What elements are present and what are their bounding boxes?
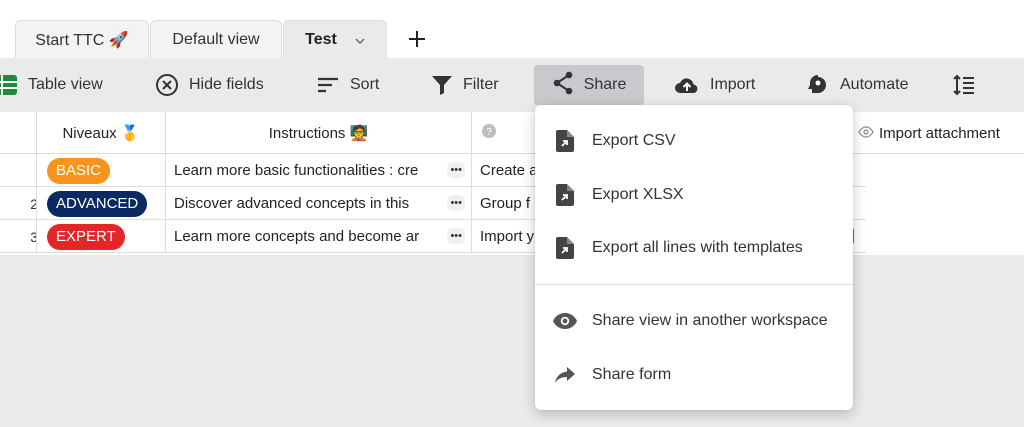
column-header-instructions[interactable]: Instructions 🧑‍🏫 [166,112,472,154]
instructions-cell[interactable]: Discover advanced concepts in this ••• [166,187,472,220]
hide-fields-button[interactable]: Hide fields [155,58,264,112]
tab-test[interactable]: Test [283,20,387,58]
more-icon[interactable]: ••• [447,228,465,244]
tab-label: Test [305,30,337,48]
level-badge: BASIC [47,157,111,184]
svg-text:?: ? [486,127,492,138]
sort-label: Sort [350,76,380,93]
row-number-header [0,112,37,154]
sort-lines-icon [316,73,340,97]
export-all-lines-item[interactable]: Export all lines with templates [535,225,853,271]
import-button[interactable]: Import [674,58,755,112]
third-text: Import y [480,228,535,245]
file-export-icon [553,236,577,260]
table-view-label: Table view [28,76,103,93]
menu-item-label: Share form [592,366,672,383]
add-view-button[interactable] [404,26,430,52]
menu-item-label: Share view in another workspace [592,312,828,329]
row-height-button[interactable] [952,58,976,112]
share-form-item[interactable]: Share form [535,352,853,398]
eye-icon [553,309,577,333]
import-label: Import [710,76,756,93]
share-label: Share [583,76,627,93]
tab-default-view[interactable]: Default view [150,20,282,58]
circle-x-icon [155,73,179,97]
share-arrow-icon [553,363,577,387]
table-header: Niveaux 🥇 Instructions 🧑‍🏫 ? Import atta… [0,112,1024,154]
share-button[interactable]: Share [534,65,644,105]
plus-icon [409,31,425,47]
tab-label: Start TTC 🚀 [35,31,129,49]
instructions-text: Learn more concepts and become ar [174,228,420,245]
level-cell[interactable]: EXPERT [37,220,166,253]
filter-label: Filter [463,76,499,93]
tab-label: Default view [172,30,260,48]
level-badge: EXPERT [47,223,125,250]
instructions-cell[interactable]: Learn more basic functionalities : cre •… [166,154,472,187]
line-height-icon [952,73,976,97]
eye-icon [858,125,874,142]
third-text: Group f [480,195,531,212]
more-icon[interactable]: ••• [447,162,465,178]
funnel-icon [431,74,453,96]
toolbar: Table view Hide fields Sort Filter Share… [0,58,1024,112]
instructions-cell[interactable]: Learn more concepts and become ar ••• [166,220,472,253]
table-view-button[interactable]: Table view [0,58,103,112]
column-header-label: Import attachment [879,124,1000,142]
filter-button[interactable]: Filter [431,58,499,112]
empty-table-area [0,255,1024,427]
menu-item-label: Export all lines with templates [592,239,803,256]
question-circle-icon: ? [482,124,496,142]
menu-divider [535,284,853,285]
share-icon [552,71,574,100]
share-view-workspace-item[interactable]: Share view in another workspace [535,298,853,344]
menu-item-label: Export CSV [592,132,676,149]
third-cell[interactable]: Group f [472,187,542,220]
more-icon[interactable]: ••• [447,195,465,211]
view-tabs: Start TTC 🚀 Default view Test [0,0,1024,58]
robot-head-icon [806,73,830,97]
automate-label: Automate [840,76,909,93]
automate-button[interactable]: Automate [806,58,908,112]
level-cell[interactable]: ADVANCED [37,187,166,220]
third-cell[interactable]: Import y [472,220,542,253]
tab-start-ttc[interactable]: Start TTC 🚀 [15,20,149,58]
sort-button[interactable]: Sort [316,58,379,112]
level-cell[interactable]: BASIC [37,154,166,187]
cloud-upload-icon [674,75,700,95]
file-export-icon [553,183,577,207]
third-text: Create a [480,162,538,179]
column-header-niveaux[interactable]: Niveaux 🥇 [37,112,166,154]
share-dropdown-menu: Export CSV Export XLSX Export all lines … [535,105,853,410]
hide-fields-label: Hide fields [189,76,264,93]
export-csv-item[interactable]: Export CSV [535,118,853,164]
column-header-import-attachment[interactable]: Import attachment [852,112,1024,154]
column-header-label: Instructions 🧑‍🏫 [268,125,369,142]
chevron-down-icon[interactable] [355,33,365,47]
column-header-label: Niveaux 🥇 [62,125,140,142]
instructions-text: Discover advanced concepts in this [174,195,410,212]
menu-item-label: Export XLSX [592,186,684,203]
file-export-icon [553,129,577,153]
level-badge: ADVANCED [47,190,148,217]
row-number [0,154,37,187]
export-xlsx-item[interactable]: Export XLSX [535,172,853,218]
table-grid-icon [0,73,18,97]
row-number: 3 [0,220,37,253]
row-number: 2 [0,187,37,220]
instructions-text: Learn more basic functionalities : cre [174,162,419,179]
third-cell[interactable]: Create a [472,154,542,187]
